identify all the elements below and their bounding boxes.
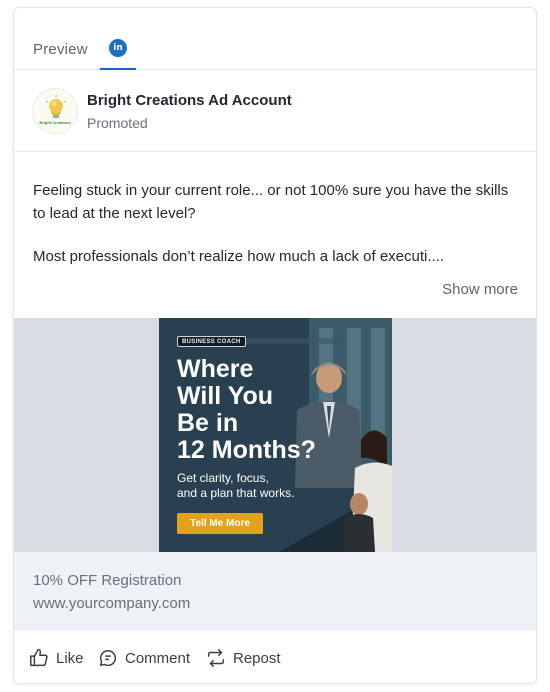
repost-arrows-icon: [207, 649, 225, 667]
ad-image-area: BUSINESS COACH Where Will You Be in 12 M…: [14, 318, 536, 552]
comment-button[interactable]: Comment: [97, 647, 190, 669]
tab-preview[interactable]: Preview: [33, 41, 88, 58]
promoted-label: Promoted: [87, 115, 148, 131]
ad-headline-line: Where: [177, 355, 254, 383]
tab-linkedin[interactable]: in: [100, 38, 136, 70]
linkedin-icon: in: [109, 39, 127, 57]
ad-subheadline: Get clarity, focus, and a plan that work…: [177, 471, 337, 501]
ad-cta-button[interactable]: Tell Me More: [177, 513, 263, 534]
ad-offer-text: 10% OFF Registration: [33, 572, 182, 589]
comment-bubble-icon: [99, 650, 117, 667]
ad-headline-line: Be in: [177, 409, 239, 437]
like-button[interactable]: Like: [28, 647, 84, 669]
post-paragraph: Most professionals don’t realize how muc…: [33, 248, 445, 265]
ad-creative-image[interactable]: BUSINESS COACH Where Will You Be in 12 M…: [159, 318, 392, 552]
comment-label: Comment: [125, 649, 191, 667]
ad-headline-line: Will You: [177, 382, 274, 410]
thumbs-up-icon: [30, 648, 48, 667]
ad-sub-line: Get clarity, focus,: [177, 471, 269, 485]
like-label: Like: [56, 649, 84, 667]
post-header: Bright Creations Bright Creations Ad Acc…: [14, 70, 536, 152]
ad-preview-card: Preview in Bright Creations Bright Creat…: [13, 7, 537, 684]
ad-sub-line: and a plan that works.: [177, 486, 295, 500]
avatar[interactable]: Bright Creations: [32, 88, 78, 134]
preview-tabs: Preview in: [14, 8, 536, 70]
ad-headline-line: 12 Months?: [177, 436, 316, 464]
social-actions-bar: Like Comment Repost: [14, 631, 536, 683]
ad-link-area[interactable]: 10% OFF Registration www.yourcompany.com: [14, 552, 536, 631]
ad-url-text: www.yourcompany.com: [33, 595, 191, 612]
account-name[interactable]: Bright Creations Ad Account: [87, 92, 292, 109]
avatar-caption: Bright Creations: [39, 120, 71, 125]
repost-label: Repost: [233, 649, 281, 667]
post-paragraph: Feeling stuck in your current role... or…: [33, 182, 509, 222]
post-body-text: Feeling stuck in your current role... or…: [33, 179, 519, 268]
lightbulb-logo: [45, 95, 67, 118]
show-more-link[interactable]: Show more: [442, 281, 518, 298]
ad-badge: BUSINESS COACH: [177, 336, 246, 347]
ad-headline: Where Will You Be in 12 Months?: [177, 356, 347, 464]
repost-button[interactable]: Repost: [205, 647, 281, 669]
